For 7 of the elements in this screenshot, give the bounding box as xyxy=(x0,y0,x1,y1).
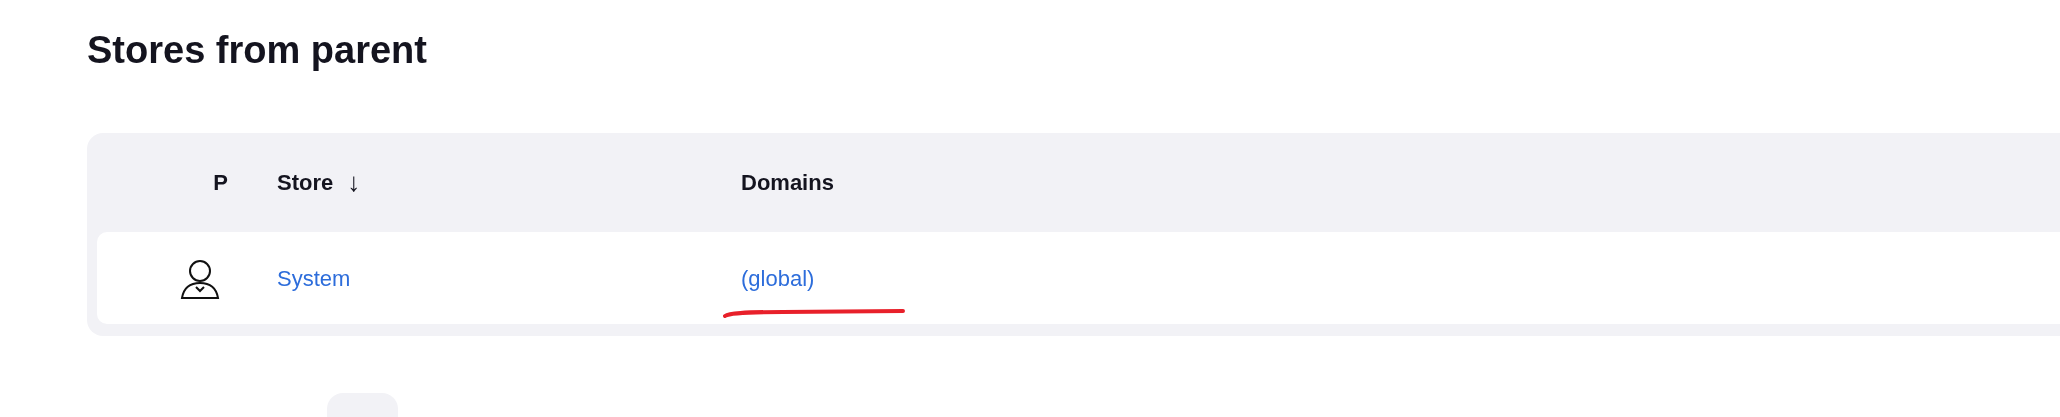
column-header: P xyxy=(213,169,228,197)
store-link[interactable]: System xyxy=(277,265,351,291)
domain-link[interactable]: (global) xyxy=(741,265,815,291)
section-heading: Stores from parent xyxy=(87,28,427,73)
column-header: Domains xyxy=(740,169,834,197)
sort-arrow-icon[interactable]: ↓ xyxy=(347,163,361,202)
column-header[interactable]: Store xyxy=(277,166,334,199)
